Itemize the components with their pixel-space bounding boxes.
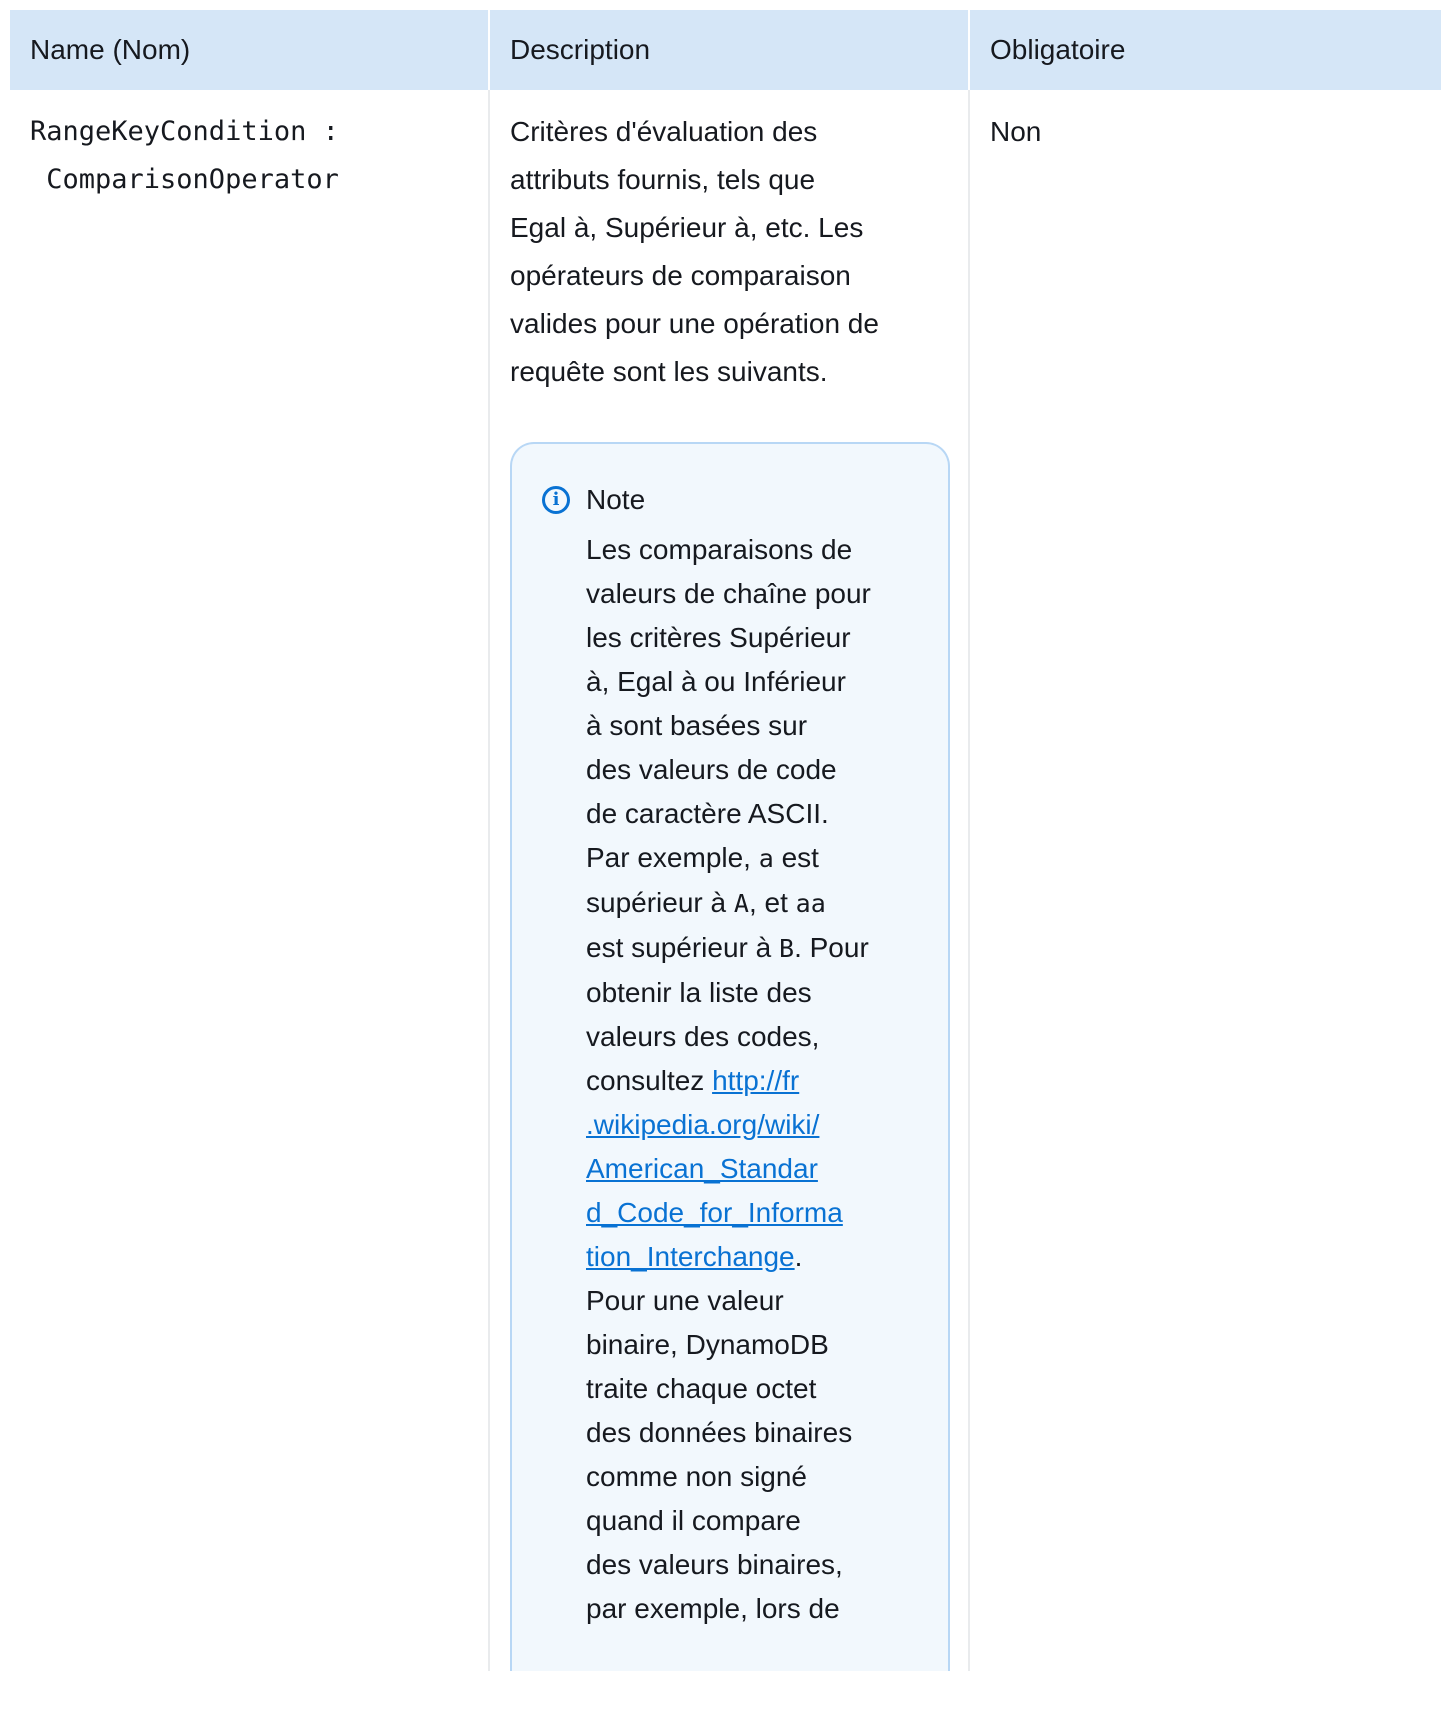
note-line: à sont basées sur [586,710,808,741]
inline-code: A [733,889,749,918]
note-text: est supérieur à [586,932,779,963]
note-line: valeurs de chaîne pour [586,578,871,609]
note-header: i Note [540,480,914,520]
note-example-line-3: est supérieur à B. Pour [586,926,914,971]
description-line: attributs fournis, tels que [510,164,816,195]
note-line: quand il compare [586,1505,801,1536]
note-line: comme non signé [586,1461,808,1492]
note-text: Par exemple, [586,842,759,873]
param-name-line-1: RangeKeyCondition : [30,116,339,147]
parameters-table: Name (Nom) Description Obligatoire Range… [10,10,1441,1671]
note-line: par exemple, lors de [586,1593,840,1624]
note-text: . Pour [794,932,869,963]
note-line: valeurs des codes, [586,1021,820,1052]
table-header-row: Name (Nom) Description Obligatoire [10,10,1441,90]
note-example-line-1: Par exemple, a est [586,836,914,881]
ascii-link-part[interactable]: http://fr [712,1065,799,1096]
note-line: binaire, DynamoDB [586,1329,829,1360]
param-name-line-2: ComparisonOperator [30,164,339,195]
note-line: les critères Supérieur [586,622,851,653]
header-description: Description [488,10,969,90]
inline-code: aa [795,889,826,918]
note-line: Les comparaisons de [586,534,853,565]
note-example-line-2: supérieur à A, et aa [586,881,914,926]
required-value: Non [990,116,1042,147]
note-line: obtenir la liste des [586,977,812,1008]
note-line: des valeurs de code [586,754,837,785]
note-link-line: tion_Interchange. [586,1235,914,1279]
note-callout: i Note Les comparaisons de valeurs de ch… [510,442,950,1671]
note-link-line: .wikipedia.org/wiki/ [586,1103,914,1147]
note-body: Les comparaisons de valeurs de chaîne po… [586,528,914,1631]
note-text: , et [748,887,796,918]
note-title: Note [586,484,646,515]
cell-description: Critères d'évaluation des attributs four… [488,90,969,1671]
note-line: des valeurs binaires, [586,1549,843,1580]
description-line: Critères d'évaluation des [510,116,818,147]
page: Name (Nom) Description Obligatoire Range… [0,0,1441,1714]
description-line: Egal à, Supérieur à, etc. Les [510,212,864,243]
description-line: requête sont les suivants. [510,356,828,387]
ascii-link-part[interactable]: d_Code_for_Informa [586,1197,843,1228]
inline-code: B [779,934,795,963]
info-icon: i [542,486,570,514]
note-text: . [794,1241,803,1272]
note-line: des données binaires [586,1417,853,1448]
description-line: opérateurs de comparaison [510,260,851,291]
note-text: est [773,842,819,873]
note-text: consultez [586,1065,713,1096]
note-line: traite chaque octet [586,1373,817,1404]
table-row: RangeKeyCondition : ComparisonOperator C… [10,90,1441,1671]
note-link-line: American_Standar [586,1147,914,1191]
note-text: supérieur à [586,887,734,918]
cell-name: RangeKeyCondition : ComparisonOperator [10,90,489,1671]
cell-required: Non [968,90,1441,1671]
description-line: valides pour une opération de [510,308,879,339]
ascii-link-part[interactable]: tion_Interchange [586,1241,795,1272]
ascii-link-part[interactable]: American_Standar [586,1153,818,1184]
header-required: Obligatoire [968,10,1441,90]
note-link-line: d_Code_for_Informa [586,1191,914,1235]
note-line: à, Egal à ou Inférieur [586,666,846,697]
ascii-link-part[interactable]: .wikipedia.org/wiki/ [586,1109,819,1140]
header-name: Name (Nom) [10,10,489,90]
note-line: de caractère ASCII. [586,798,829,829]
note-line: Pour une valeur [586,1285,784,1316]
inline-code: a [758,844,774,873]
note-consult-line: consultez http://fr [586,1059,914,1103]
